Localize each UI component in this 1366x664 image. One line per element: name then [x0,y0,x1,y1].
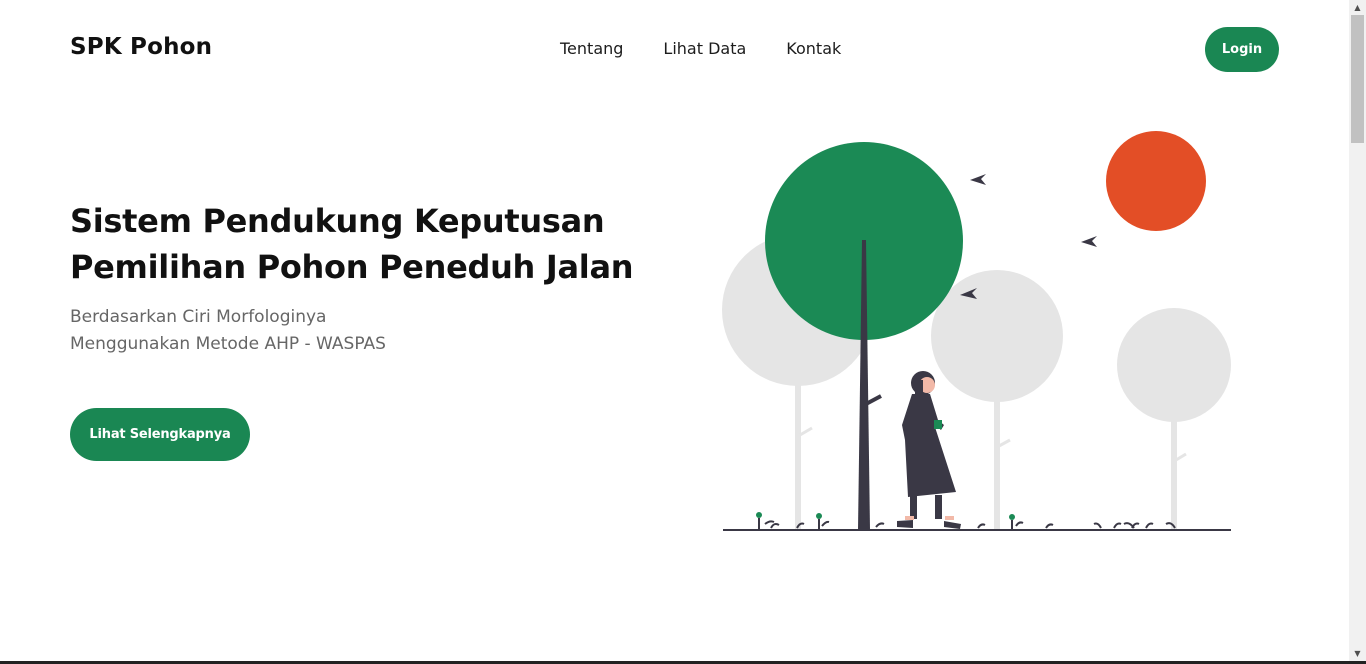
vertical-scrollbar[interactable]: ▲ ▼ [1349,0,1366,661]
nav-links: Tentang Lihat Data Kontak [560,39,841,58]
person-walking-among-trees-illustration [722,131,1231,531]
grey-tree-right [1117,308,1231,530]
chevron-down-icon[interactable]: ▼ [1349,646,1366,661]
hero-title-line-2: Pemilihan Pohon Peneduh Jalan [70,248,634,286]
walking-person [897,371,961,529]
see-more-button[interactable]: Lihat Selengkapnya [70,408,250,461]
nav-link-lihat-data[interactable]: Lihat Data [663,39,746,58]
small-plants [756,512,1176,530]
sun-icon [1106,131,1206,231]
brand-logo[interactable]: SPK Pohon [70,34,212,60]
hero-subtitle-line-2: Menggunakan Metode AHP - WASPAS [70,334,386,354]
chevron-up-icon[interactable]: ▲ [1349,0,1366,15]
hero-subtitle: Berdasarkan Ciri Morfologinya Menggunaka… [70,304,386,358]
nav-link-tentang[interactable]: Tentang [560,39,623,58]
nav-link-kontak[interactable]: Kontak [786,39,841,58]
hero-title: Sistem Pendukung Keputusan Pemilihan Poh… [70,198,670,290]
page: SPK Pohon Tentang Lihat Data Kontak Logi… [0,0,1349,661]
hero-subtitle-line-1: Berdasarkan Ciri Morfologinya [70,307,327,327]
login-button[interactable]: Login [1205,27,1279,72]
scrollbar-thumb[interactable] [1351,15,1364,143]
hero-title-line-1: Sistem Pendukung Keputusan [70,202,605,240]
navbar: SPK Pohon Tentang Lihat Data Kontak Logi… [0,0,1349,100]
